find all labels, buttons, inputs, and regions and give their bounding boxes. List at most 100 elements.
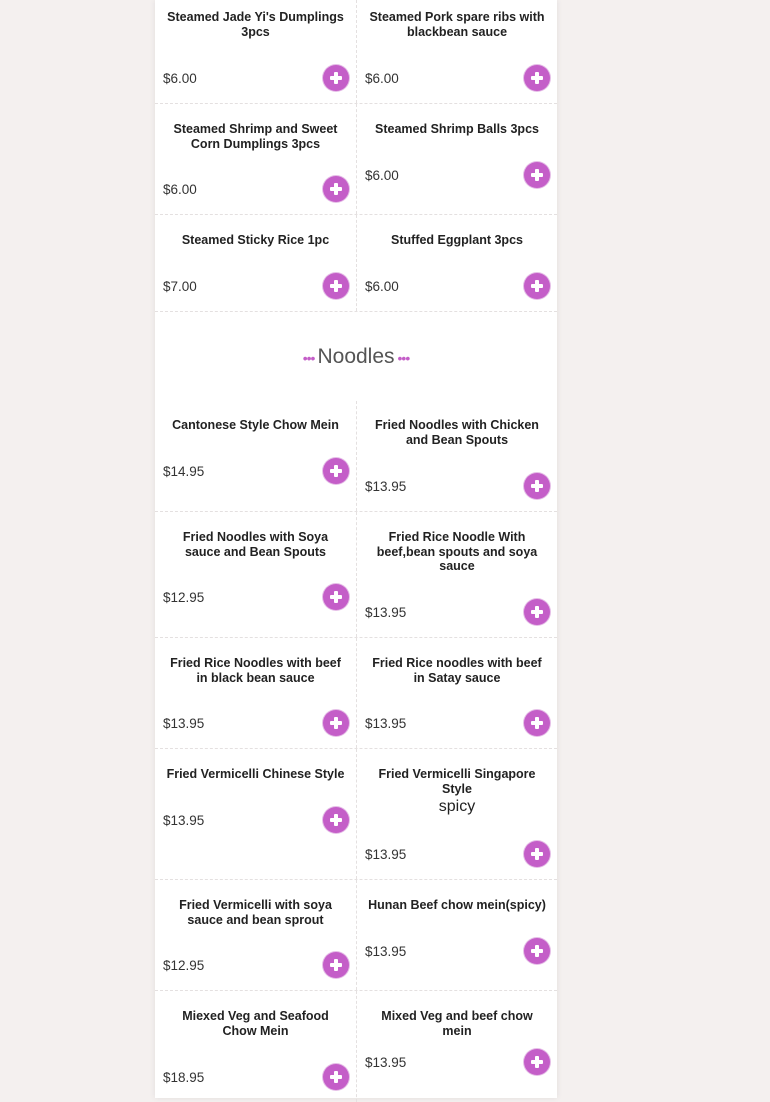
item-name: Cantonese Style Chow Mein [172, 418, 339, 432]
item-name: Stuffed Eggplant 3pcs [391, 233, 523, 247]
item-name: Miexed Veg and Seafood Chow Mein [182, 1009, 329, 1038]
plus-circle-icon[interactable] [323, 584, 349, 610]
item-price: $14.95 [163, 463, 205, 479]
menu-item[interactable]: Miexed Veg and Seafood Chow Mein $18.95 [155, 991, 356, 1102]
menu-row: Steamed Shrimp and Sweet Corn Dumplings … [155, 104, 557, 215]
price-row: $13.95 [365, 599, 550, 625]
price-row: $6.00 [163, 176, 349, 202]
item-name: Fried Noodles with Chicken and Bean Spou… [375, 418, 539, 447]
plus-circle-icon[interactable] [323, 65, 349, 91]
item-name: Fried Rice Noodle With beef,bean spouts … [376, 530, 538, 573]
price-row: $13.95 [365, 710, 550, 736]
price-row: $13.95 [365, 938, 550, 964]
item-price: $18.95 [163, 1069, 205, 1085]
menu-row: Steamed Sticky Rice 1pc $7.00 Stuffed Eg… [155, 215, 557, 312]
menu-item[interactable]: Fried Noodles with Chicken and Bean Spou… [356, 401, 557, 511]
menu-item[interactable]: Fried Rice Noodles with beef in black be… [155, 638, 356, 748]
item-price: $12.95 [163, 957, 205, 973]
menu-item[interactable]: Steamed Pork spare ribs with blackbean s… [356, 0, 557, 103]
item-price: $6.00 [365, 167, 399, 183]
menu-row: Cantonese Style Chow Mein $14.95 Fried N… [155, 401, 557, 512]
item-name: Fried Vermicelli with soya sauce and bea… [179, 898, 332, 927]
plus-circle-icon[interactable] [524, 162, 550, 188]
price-row: $14.95 [163, 458, 349, 484]
plus-circle-icon[interactable] [323, 1064, 349, 1090]
plus-circle-icon[interactable] [323, 273, 349, 299]
menu-item[interactable]: Mixed Veg and beef chow mein $13.95 [356, 991, 557, 1102]
item-price: $6.00 [163, 70, 197, 86]
plus-circle-icon[interactable] [323, 952, 349, 978]
menu-item[interactable]: Fried Noodles with Soya sauce and Bean S… [155, 512, 356, 637]
plus-circle-icon[interactable] [524, 65, 550, 91]
plus-circle-icon[interactable] [323, 710, 349, 736]
plus-circle-icon[interactable] [524, 599, 550, 625]
plus-circle-icon[interactable] [524, 273, 550, 299]
plus-circle-icon[interactable] [524, 473, 550, 499]
price-row: $13.95 [163, 710, 349, 736]
item-name: Steamed Shrimp Balls 3pcs [375, 122, 539, 136]
menu-item[interactable]: Fried Rice Noodle With beef,bean spouts … [356, 512, 557, 637]
menu-row: Miexed Veg and Seafood Chow Mein $18.95 … [155, 991, 557, 1102]
item-price: $13.95 [365, 943, 407, 959]
item-price: $6.00 [365, 70, 399, 86]
item-name: Steamed Pork spare ribs with blackbean s… [369, 10, 545, 39]
price-row: $18.95 [163, 1064, 349, 1090]
price-row: $13.95 [365, 473, 550, 499]
plus-circle-icon[interactable] [323, 807, 349, 833]
plus-circle-icon[interactable] [323, 176, 349, 202]
price-row: $6.00 [365, 162, 550, 188]
menu-item[interactable]: Steamed Sticky Rice 1pc $7.00 [155, 215, 356, 311]
menu-item[interactable]: Stuffed Eggplant 3pcs $6.00 [356, 215, 557, 311]
item-name: Hunan Beef chow mein(spicy) [368, 898, 546, 912]
menu-item[interactable]: Steamed Shrimp and Sweet Corn Dumplings … [155, 104, 356, 214]
plus-circle-icon[interactable] [524, 710, 550, 736]
price-row: $13.95 [365, 1049, 550, 1075]
item-name: Fried Rice noodles with beef in Satay sa… [372, 656, 542, 685]
item-name: Mixed Veg and beef chow mein [381, 1009, 533, 1038]
item-price: $13.95 [365, 478, 407, 494]
price-row: $13.95 [365, 841, 550, 867]
plus-circle-icon[interactable] [524, 1049, 550, 1075]
item-name: Steamed Jade Yi's Dumplings 3pcs [167, 10, 344, 39]
price-row: $6.00 [365, 273, 550, 299]
dots-icon: ••• [397, 349, 411, 366]
plus-circle-icon[interactable] [524, 841, 550, 867]
item-name: Fried Vermicelli Chinese Style [166, 767, 345, 781]
item-price: $13.95 [163, 812, 205, 828]
item-price: $6.00 [163, 181, 197, 197]
item-name: Fried Vermicelli Singapore Style [378, 767, 536, 796]
menu-item[interactable]: Fried Rice noodles with beef in Satay sa… [356, 638, 557, 748]
section-header-noodles: ••• Noodles ••• [155, 312, 557, 401]
section-title: Noodles [317, 344, 395, 368]
menu-item[interactable]: Fried Vermicelli Singapore Style spicy $… [356, 749, 557, 879]
menu-row: Steamed Jade Yi's Dumplings 3pcs $6.00 S… [155, 0, 557, 104]
item-price: $6.00 [365, 278, 399, 294]
item-name: Steamed Shrimp and Sweet Corn Dumplings … [173, 122, 338, 151]
menu-item[interactable]: Steamed Shrimp Balls 3pcs $6.00 [356, 104, 557, 214]
item-price: $7.00 [163, 278, 197, 294]
item-name: Steamed Sticky Rice 1pc [181, 233, 330, 247]
menu-row: Fried Vermicelli Chinese Style $13.95 Fr… [155, 749, 557, 880]
menu-item[interactable]: Fried Vermicelli with soya sauce and bea… [155, 880, 356, 990]
menu-item[interactable]: Steamed Jade Yi's Dumplings 3pcs $6.00 [155, 0, 356, 103]
price-row: $6.00 [163, 65, 349, 91]
item-name: Fried Noodles with Soya sauce and Bean S… [182, 530, 329, 559]
item-price: $13.95 [163, 715, 205, 731]
menu-row: Fried Noodles with Soya sauce and Bean S… [155, 512, 557, 638]
menu-item[interactable]: Hunan Beef chow mein(spicy) $13.95 [356, 880, 557, 990]
item-price: $12.95 [163, 589, 205, 605]
menu-item[interactable]: Fried Vermicelli Chinese Style $13.95 [155, 749, 356, 879]
item-price: $13.95 [365, 715, 407, 731]
item-price: $13.95 [365, 1054, 407, 1070]
plus-circle-icon[interactable] [524, 938, 550, 964]
dots-icon: ••• [302, 349, 316, 366]
price-row: $13.95 [163, 807, 349, 833]
menu-row: Fried Rice Noodles with beef in black be… [155, 638, 557, 749]
price-row: $12.95 [163, 952, 349, 978]
item-price: $13.95 [365, 604, 407, 620]
plus-circle-icon[interactable] [323, 458, 349, 484]
item-name: Fried Rice Noodles with beef in black be… [170, 656, 341, 685]
menu-item[interactable]: Cantonese Style Chow Mein $14.95 [155, 401, 356, 511]
price-row: $12.95 [163, 584, 349, 610]
price-row: $6.00 [365, 65, 550, 91]
